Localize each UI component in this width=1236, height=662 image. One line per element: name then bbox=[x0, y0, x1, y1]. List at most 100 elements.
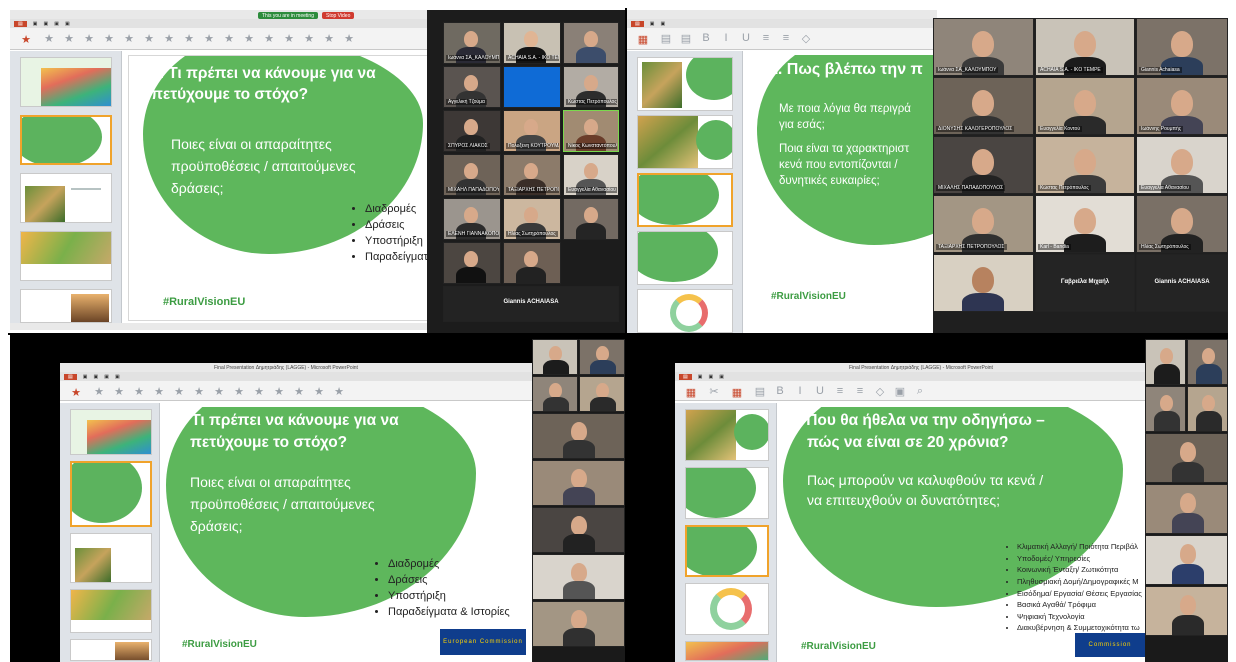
animation-icon[interactable]: ★ bbox=[172, 384, 186, 398]
new-slide-icon[interactable]: ▦ bbox=[727, 384, 747, 400]
animation-icon[interactable]: ★ bbox=[42, 31, 56, 45]
underline-icon[interactable]: U bbox=[813, 384, 827, 398]
video-tile[interactable] bbox=[1145, 433, 1228, 483]
video-tile[interactable] bbox=[503, 66, 561, 108]
underline-icon[interactable]: U bbox=[739, 31, 753, 45]
video-tile[interactable] bbox=[532, 460, 625, 506]
video-tile[interactable]: ΔΙΟΝΥΣΗΣ ΚΑΛΟΓΕΡΟΠΟΥΛΟΣ bbox=[933, 77, 1034, 135]
video-tile[interactable] bbox=[532, 339, 578, 375]
video-tile[interactable] bbox=[933, 254, 1034, 312]
align-center-icon[interactable]: ≡ bbox=[853, 384, 867, 398]
video-tile[interactable]: ΜΙΧΑΛΗΣ ΠΑΠΑΔΟΠΟΥΛΟΣ bbox=[933, 136, 1034, 194]
animation-icon[interactable]: ★ bbox=[342, 31, 356, 45]
tab-design[interactable]: ▣ bbox=[54, 21, 59, 27]
animation-icon[interactable]: ★ bbox=[332, 384, 346, 398]
animation-icon[interactable]: ★ bbox=[142, 31, 156, 45]
video-tile[interactable]: Giannis ACHAIASA bbox=[1136, 254, 1228, 312]
thumbnail-slide[interactable] bbox=[70, 639, 152, 661]
thumbnail-slide[interactable] bbox=[70, 409, 152, 455]
video-tile[interactable]: Ιωάννα ΣΑ_ΚΑΛΟΥΜΠΟΥ bbox=[933, 18, 1034, 76]
thumbnail-slide[interactable] bbox=[685, 409, 769, 461]
video-tile[interactable]: Πολυξένη ΚΟΥΤΡΟΥΜΑΝΗ bbox=[503, 110, 561, 152]
animation-icon[interactable]: ★ bbox=[252, 384, 266, 398]
thumbnail-slide[interactable] bbox=[637, 231, 733, 285]
shapes-icon[interactable]: ◇ bbox=[799, 31, 813, 45]
animation-icon[interactable]: ★ bbox=[202, 31, 216, 45]
video-tile[interactable] bbox=[443, 242, 501, 284]
video-tile[interactable] bbox=[563, 22, 619, 64]
video-tile[interactable] bbox=[1187, 339, 1228, 385]
new-slide-icon[interactable]: ▦ bbox=[633, 31, 653, 47]
active-speaker-tile[interactable]: Giannis ACHAIASA bbox=[443, 286, 619, 322]
animation-icon[interactable]: ★ bbox=[292, 384, 306, 398]
video-tile[interactable]: Ιωάννα ΣΑ_ΚΑΛΟΥΜΠΟΥ... bbox=[443, 22, 501, 64]
video-tile[interactable] bbox=[579, 376, 625, 412]
animation-icon[interactable]: ★ bbox=[312, 384, 326, 398]
video-tile[interactable]: Νίκος Κωνσταντόπουλος bbox=[563, 110, 619, 152]
thumbnail-slide[interactable] bbox=[637, 289, 733, 333]
ribbon-tabs[interactable]: ▤ ▣ ▣ ▣ ▣ bbox=[10, 19, 430, 28]
video-tile[interactable] bbox=[532, 507, 625, 553]
animation-icon[interactable]: ★ bbox=[272, 384, 286, 398]
video-tile[interactable]: ΕΛΕΝΗ ΓΙΑΝΝΑΚΟΠΟΥΛΟΥ - Π.Ε. bbox=[443, 198, 501, 240]
video-tile[interactable]: ΤΑΞΙΑΡΧΗΣ ΠΕΤΡΟΠΟΥΛΟΣ bbox=[503, 154, 561, 196]
tab-insert[interactable]: ▣ bbox=[660, 21, 665, 27]
tab-animations[interactable]: ▣ bbox=[115, 374, 120, 380]
video-tile[interactable]: ACHAIA S.A. - IKO TEMPE bbox=[503, 22, 561, 64]
thumbnail-slide-selected[interactable] bbox=[685, 525, 769, 577]
tab-home[interactable]: ▣ bbox=[33, 21, 38, 27]
video-tile[interactable] bbox=[532, 601, 625, 647]
align-left-icon[interactable]: ≡ bbox=[833, 384, 847, 398]
animation-icon[interactable]: ★ bbox=[212, 384, 226, 398]
paste-icon[interactable]: ▦ bbox=[681, 384, 701, 400]
recording-pill[interactable]: This you are in meeting bbox=[258, 12, 318, 19]
video-tile[interactable] bbox=[1145, 535, 1228, 585]
tab-file[interactable]: ▤ bbox=[631, 20, 644, 27]
animation-icon[interactable]: ★ bbox=[222, 31, 236, 45]
font-italic-icon[interactable]: I bbox=[719, 31, 733, 45]
tab-design[interactable]: ▣ bbox=[719, 374, 724, 380]
animation-icon[interactable]: ★ bbox=[92, 384, 106, 398]
video-tile[interactable] bbox=[579, 339, 625, 375]
video-tile[interactable] bbox=[532, 413, 625, 459]
layout-icon[interactable]: ▤ bbox=[753, 384, 767, 398]
animation-icon[interactable]: ★ bbox=[322, 31, 336, 45]
thumbnail-slide[interactable] bbox=[685, 641, 769, 661]
video-tile[interactable]: ΣΠΥΡΟΣ ΛΙΑΚΟΣ bbox=[443, 110, 501, 152]
ribbon-tabs[interactable]: ▤ ▣ ▣ ▣ ▣ bbox=[60, 372, 532, 381]
cut-icon[interactable]: ✂ bbox=[707, 384, 721, 398]
animation-icon[interactable]: ★ bbox=[242, 31, 256, 45]
video-tile[interactable]: ΜΙΧΑΗΛ ΠΑΠΑΔΟΠΟΥΛΟΣ bbox=[443, 154, 501, 196]
find-icon[interactable]: ⌕ bbox=[913, 384, 927, 398]
align-left-icon[interactable]: ≡ bbox=[759, 31, 773, 45]
video-tile[interactable]: Κώστας Πετρόπουλος bbox=[1035, 136, 1135, 194]
thumbnail-slide[interactable] bbox=[637, 57, 733, 111]
animation-icon[interactable]: ★ bbox=[112, 384, 126, 398]
animation-icon[interactable]: ★ bbox=[162, 31, 176, 45]
preview-icon[interactable]: ★ bbox=[16, 31, 36, 47]
video-tile[interactable]: Giannis Achaiasa bbox=[1136, 18, 1228, 76]
video-tile[interactable]: Αγγελική Τζούμα bbox=[443, 66, 501, 108]
video-tile[interactable]: Ιωάννης Ρουμπής bbox=[1136, 77, 1228, 135]
tab-design[interactable]: ▣ bbox=[104, 374, 109, 380]
animation-icon[interactable]: ★ bbox=[182, 31, 196, 45]
font-bold-icon[interactable]: B bbox=[699, 31, 713, 45]
align-center-icon[interactable]: ≡ bbox=[779, 31, 793, 45]
video-tile[interactable] bbox=[503, 242, 561, 284]
font-italic-icon[interactable]: I bbox=[793, 384, 807, 398]
thumbnail-slide[interactable] bbox=[685, 583, 769, 635]
ribbon-tabs[interactable]: ▤ ▣ ▣ ▣ bbox=[675, 372, 1145, 381]
tab-file[interactable]: ▤ bbox=[64, 373, 77, 380]
tab-insert[interactable]: ▣ bbox=[708, 374, 713, 380]
tab-file[interactable]: ▤ bbox=[14, 20, 27, 27]
thumbnail-slide[interactable] bbox=[70, 533, 152, 583]
animation-icon[interactable]: ★ bbox=[232, 384, 246, 398]
thumbnail-slide[interactable] bbox=[20, 173, 112, 223]
thumbnail-slide[interactable] bbox=[637, 115, 733, 169]
thumbnail-slide-selected[interactable] bbox=[70, 461, 152, 527]
animation-icon[interactable]: ★ bbox=[62, 31, 76, 45]
thumbnail-slide[interactable] bbox=[20, 289, 112, 323]
video-tile[interactable] bbox=[1187, 386, 1228, 432]
tab-home[interactable]: ▣ bbox=[698, 374, 703, 380]
tab-home[interactable]: ▣ bbox=[83, 374, 88, 380]
